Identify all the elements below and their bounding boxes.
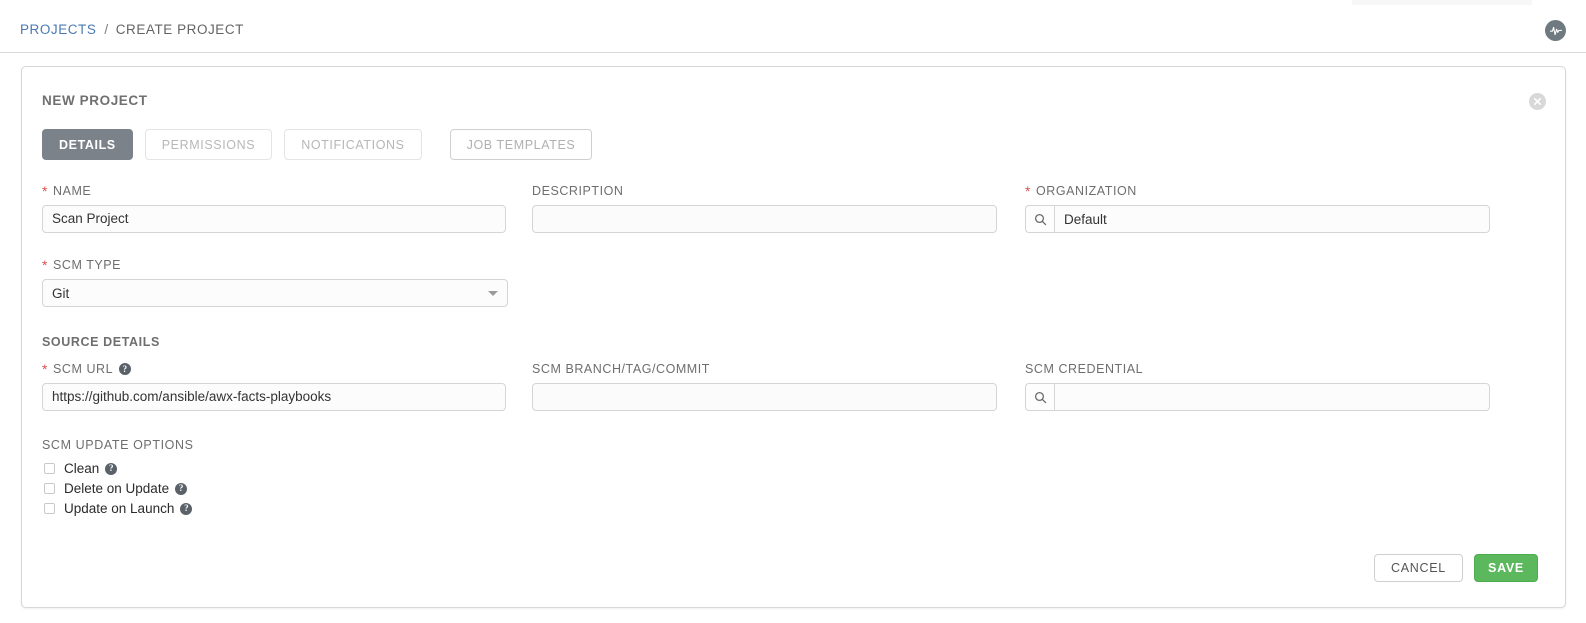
field-organization-label: * ORGANIZATION <box>1025 184 1490 198</box>
tab-permissions[interactable]: PERMISSIONS <box>144 129 273 160</box>
tab-details[interactable]: DETAILS <box>42 129 133 160</box>
field-scm-url: * SCM URL ? https://github.com/ansible/a… <box>42 362 506 411</box>
checkbox-update-on-launch[interactable] <box>44 503 55 514</box>
field-scm-type-label: * SCM TYPE <box>42 258 508 272</box>
field-scm-type-label-text: SCM TYPE <box>53 258 122 272</box>
scm-credential-input[interactable] <box>1054 383 1490 411</box>
field-name-label-text: NAME <box>53 184 92 198</box>
scm-credential-lookup <box>1025 383 1490 411</box>
checkbox-row-clean[interactable]: Clean ? <box>44 461 118 476</box>
cancel-button[interactable]: CANCEL <box>1374 554 1463 582</box>
breadcrumb-current: CREATE PROJECT <box>115 21 244 37</box>
organization-lookup: Default <box>1025 205 1490 233</box>
description-input[interactable] <box>532 205 997 233</box>
field-organization: * ORGANIZATION Default <box>1025 184 1490 233</box>
checkbox-update-on-launch-label: Update on Launch <box>64 501 175 516</box>
field-name-label: * NAME <box>42 184 506 198</box>
field-scm-branch: SCM BRANCH/TAG/COMMIT <box>532 362 997 411</box>
name-input[interactable]: Scan Project <box>42 205 506 233</box>
search-icon[interactable] <box>1025 205 1054 233</box>
field-description: DESCRIPTION <box>532 184 997 233</box>
organization-input[interactable]: Default <box>1054 205 1490 233</box>
scm-type-value: Git <box>52 285 70 301</box>
question-circle-icon[interactable]: ? <box>105 462 118 475</box>
field-scm-branch-label-text: SCM BRANCH/TAG/COMMIT <box>532 362 710 376</box>
field-scm-type: * SCM TYPE Git <box>42 258 508 307</box>
checkbox-row-delete-on-update[interactable]: Delete on Update ? <box>44 481 188 496</box>
breadcrumb-projects-link[interactable]: PROJECTS <box>20 22 96 37</box>
close-icon[interactable] <box>1529 93 1546 110</box>
create-project-page: PROJECTS / CREATE PROJECT NEW PROJECT DE… <box>0 0 1586 623</box>
field-scm-credential-label-text: SCM CREDENTIAL <box>1025 362 1144 376</box>
checkbox-row-update-on-launch[interactable]: Update on Launch ? <box>44 501 193 516</box>
field-scm-credential: SCM CREDENTIAL <box>1025 362 1490 411</box>
breadcrumb-bar: PROJECTS / CREATE PROJECT <box>0 6 1586 53</box>
field-scm-branch-label: SCM BRANCH/TAG/COMMIT <box>532 362 997 376</box>
tab-job-templates[interactable]: JOB TEMPLATES <box>449 129 593 160</box>
required-asterisk: * <box>42 361 48 377</box>
tab-notifications[interactable]: NOTIFICATIONS <box>284 129 422 160</box>
field-organization-label-text: ORGANIZATION <box>1036 184 1137 198</box>
source-details-heading: SOURCE DETAILS <box>42 335 160 349</box>
page-title: NEW PROJECT <box>42 93 148 108</box>
checkbox-delete-on-update-label: Delete on Update <box>64 481 170 496</box>
new-project-card: NEW PROJECT DETAILS PERMISSIONS NOTIFICA… <box>21 66 1566 608</box>
scm-url-input[interactable]: https://github.com/ansible/awx-facts-pla… <box>42 383 506 411</box>
scm-branch-input[interactable] <box>532 383 997 411</box>
required-asterisk: * <box>42 183 48 199</box>
checkbox-delete-on-update[interactable] <box>44 483 55 494</box>
scm-update-options-heading: SCM UPDATE OPTIONS <box>42 438 194 452</box>
question-circle-icon[interactable]: ? <box>180 502 193 515</box>
field-scm-url-label: * SCM URL ? <box>42 362 506 376</box>
tab-bar: DETAILS PERMISSIONS NOTIFICATIONS JOB TE… <box>42 129 593 160</box>
field-description-label: DESCRIPTION <box>532 184 997 198</box>
field-scm-credential-label: SCM CREDENTIAL <box>1025 362 1490 376</box>
top-decoration <box>1352 0 1532 5</box>
field-scm-url-label-text: SCM URL <box>53 362 114 376</box>
chevron-down-icon <box>488 290 498 296</box>
search-icon[interactable] <box>1025 383 1054 411</box>
field-description-label-text: DESCRIPTION <box>532 184 624 198</box>
field-name: * NAME Scan Project <box>42 184 506 233</box>
checkbox-clean[interactable] <box>44 463 55 474</box>
checkbox-clean-label: Clean <box>64 461 100 476</box>
required-asterisk: * <box>1025 183 1031 199</box>
save-button[interactable]: SAVE <box>1474 554 1538 582</box>
breadcrumb-separator: / <box>104 21 109 37</box>
question-circle-icon[interactable]: ? <box>119 363 132 375</box>
required-asterisk: * <box>42 257 48 273</box>
scm-type-select[interactable]: Git <box>42 279 508 307</box>
pulse-waveform-icon[interactable] <box>1545 20 1566 41</box>
question-circle-icon[interactable]: ? <box>175 482 188 495</box>
